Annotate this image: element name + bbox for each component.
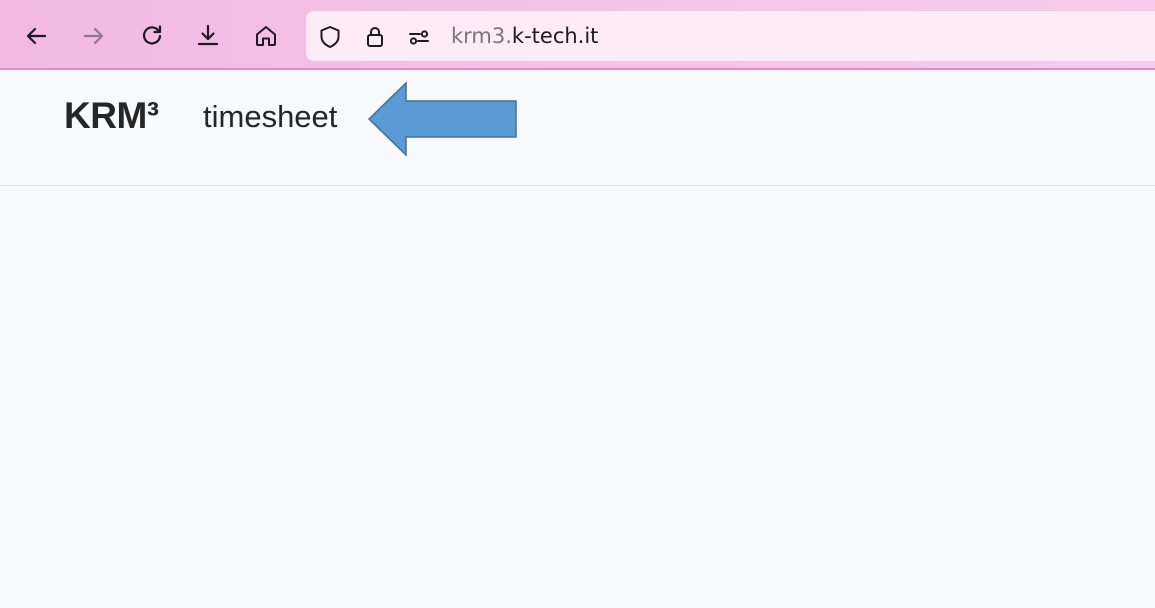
site-security-button[interactable]	[362, 24, 388, 50]
brand-logo[interactable]: KRM³	[64, 94, 159, 138]
home-button[interactable]	[248, 18, 284, 54]
url-bar[interactable]: krm3.k-tech.it	[306, 11, 1155, 61]
reload-icon	[142, 25, 162, 45]
forward-button[interactable]	[76, 18, 112, 54]
downloads-icon	[197, 24, 219, 46]
arrow-shape	[367, 81, 517, 157]
forward-icon	[83, 27, 104, 45]
tracking-shield-button[interactable]	[317, 24, 343, 50]
downloads-button[interactable]	[190, 18, 226, 54]
browser-toolbar: krm3.k-tech.it	[0, 0, 1155, 70]
nav-link-timesheet[interactable]: timesheet	[203, 98, 337, 136]
left-arrow-annotation	[367, 81, 517, 157]
home-icon	[256, 26, 276, 46]
page-content	[0, 186, 1155, 608]
url-subdomain: krm3.	[451, 24, 512, 48]
permissions-icon	[409, 30, 429, 45]
permissions-button[interactable]	[406, 24, 432, 50]
back-button[interactable]	[18, 18, 54, 54]
url-text[interactable]: krm3.k-tech.it	[451, 23, 598, 49]
back-icon	[26, 27, 47, 45]
url-domain: k-tech.it	[511, 24, 599, 48]
reload-button[interactable]	[134, 18, 170, 54]
app-navbar: KRM³ timesheet	[0, 70, 1155, 186]
lock-icon	[367, 27, 383, 47]
tracking-shield-icon	[320, 26, 340, 48]
